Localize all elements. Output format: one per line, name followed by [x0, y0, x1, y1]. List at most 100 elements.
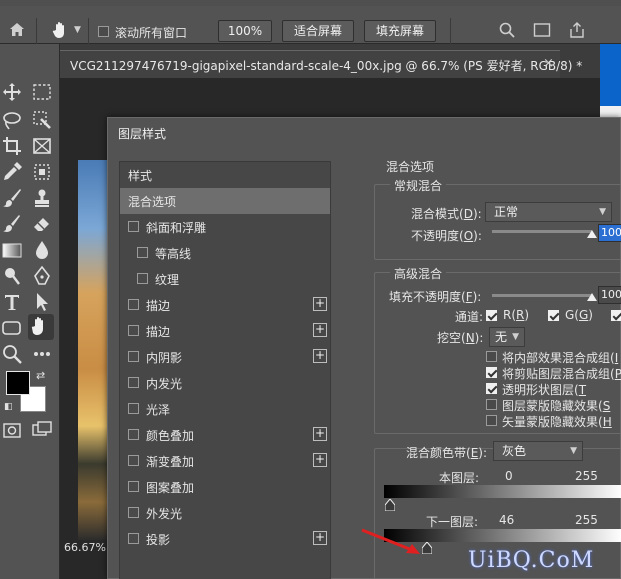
blend-if-select[interactable]: 灰色 ▼ [493, 441, 583, 461]
shape-icon[interactable] [0, 316, 24, 340]
style-list-item[interactable]: 外发光 [120, 500, 330, 526]
advanced-option-checkbox[interactable] [486, 383, 497, 394]
opacity-value-input[interactable]: 100 [598, 224, 621, 242]
fill-screen-button[interactable]: 填充屏幕 [364, 20, 436, 42]
search-icon[interactable] [498, 21, 516, 42]
more-icon[interactable] [30, 342, 54, 366]
advanced-option-checkbox[interactable] [486, 415, 497, 426]
lasso-icon[interactable] [0, 108, 24, 132]
style-checkbox[interactable] [128, 377, 139, 388]
style-list-item[interactable]: 等高线 [120, 240, 330, 266]
style-checkbox[interactable] [128, 221, 139, 232]
style-checkbox[interactable] [128, 325, 139, 336]
style-list-item[interactable]: 描边 + [120, 318, 330, 344]
fit-screen-button[interactable]: 适合屏幕 [282, 20, 354, 42]
add-effect-button[interactable]: + [313, 453, 327, 467]
fill-opacity-slider-thumb[interactable] [587, 293, 597, 301]
style-list-item[interactable]: 投影 + [120, 526, 330, 552]
style-checkbox[interactable] [128, 507, 139, 518]
eyedropper-icon[interactable] [0, 160, 24, 184]
advanced-option-checkbox[interactable] [486, 351, 497, 362]
style-list-item[interactable]: 纹理 [120, 266, 330, 292]
advanced-option-checkbox[interactable] [486, 399, 497, 410]
this-layer-low-thumb[interactable] [385, 499, 395, 511]
style-checkbox[interactable] [128, 455, 139, 466]
chevron-down-icon[interactable]: ▼ [74, 25, 81, 35]
quick-mask-icon[interactable] [0, 418, 24, 442]
dodge-icon[interactable] [0, 264, 24, 288]
default-colors-icon[interactable]: ◧ [4, 402, 13, 412]
style-list-item[interactable]: 渐变叠加 + [120, 448, 330, 474]
knockout-select[interactable]: 无 ▼ [489, 327, 525, 347]
share-icon[interactable] [568, 21, 586, 42]
style-list-item[interactable]: 斜面和浮雕 [120, 214, 330, 240]
style-list-item-label: 内发光 [146, 377, 183, 391]
blend-mode-select[interactable]: 正常 ▼ [485, 202, 612, 222]
advanced-blending-title: 高级混合 [390, 265, 447, 282]
style-list-item[interactable]: 内发光 [120, 370, 330, 396]
close-icon[interactable]: × [543, 56, 554, 71]
zoom-icon[interactable] [0, 342, 24, 366]
screen-mode-icon[interactable] [30, 418, 54, 442]
fill-opacity-slider[interactable] [492, 294, 592, 297]
advanced-option-checkbox[interactable] [486, 367, 497, 378]
fill-opacity-value-input[interactable]: 100 [598, 286, 621, 304]
crop-icon[interactable] [0, 134, 24, 158]
style-list-item[interactable]: 描边 + [120, 292, 330, 318]
style-list-item[interactable]: 样式 [120, 162, 330, 188]
style-checkbox[interactable] [128, 299, 139, 310]
add-effect-button[interactable]: + [313, 531, 327, 545]
style-list-item[interactable]: 光泽 [120, 396, 330, 422]
scroll-all-label: 滚动所有窗口 [115, 26, 188, 40]
home-icon[interactable] [8, 21, 26, 42]
blend-if-label: 混合颜色带(E): [406, 446, 488, 460]
zoom-100-button[interactable]: 100% [218, 20, 272, 42]
eraser-icon[interactable] [30, 212, 54, 236]
gradient-icon[interactable] [0, 238, 24, 262]
quick-select-icon[interactable] [30, 108, 54, 132]
frame-icon[interactable] [30, 134, 54, 158]
rectangle-icon[interactable] [533, 22, 551, 41]
scroll-all-checkbox[interactable] [98, 26, 109, 37]
opacity-slider-thumb[interactable] [587, 230, 597, 238]
style-checkbox[interactable] [128, 351, 139, 362]
foreground-color-swatch[interactable] [6, 371, 30, 395]
move-icon[interactable] [0, 80, 24, 104]
channel-b-checkbox[interactable] [611, 310, 621, 321]
pen-icon[interactable] [30, 264, 54, 288]
type-icon[interactable] [0, 290, 24, 314]
add-effect-button[interactable]: + [313, 427, 327, 441]
add-effect-button[interactable]: + [313, 349, 327, 363]
style-checkbox[interactable] [128, 403, 139, 414]
hand-tool-icon[interactable] [28, 314, 54, 340]
stamp-icon[interactable] [30, 186, 54, 210]
style-list-item[interactable]: 混合选项 [120, 188, 330, 214]
style-list-item[interactable]: 图案叠加 [120, 474, 330, 500]
style-checkbox[interactable] [137, 247, 148, 258]
healing-icon[interactable] [30, 160, 54, 184]
add-effect-button[interactable]: + [313, 323, 327, 337]
dialog-title: 图层样式 [118, 127, 167, 141]
channel-r-checkbox[interactable] [486, 310, 497, 321]
marquee-icon[interactable] [30, 80, 54, 104]
blend-if-value: 灰色 [502, 444, 527, 458]
channel-g-checkbox[interactable] [548, 310, 559, 321]
brush-icon[interactable] [0, 186, 24, 210]
opacity-slider[interactable] [492, 230, 592, 233]
document-tab[interactable]: VCG211297476719-gigapixel-standard-scale… [60, 50, 582, 78]
style-list-item[interactable]: 颜色叠加 + [120, 422, 330, 448]
style-checkbox[interactable] [128, 533, 139, 544]
add-effect-button[interactable]: + [313, 297, 327, 311]
style-checkbox[interactable] [137, 273, 148, 284]
history-brush-icon[interactable] [0, 212, 24, 236]
style-checkbox[interactable] [128, 481, 139, 492]
style-list-item[interactable]: 内阴影 + [120, 344, 330, 370]
blur-icon[interactable] [30, 238, 54, 262]
swap-colors-icon[interactable]: ⇄ [36, 369, 45, 382]
style-list-item-label: 样式 [128, 169, 153, 183]
blend-mode-value: 正常 [494, 205, 519, 219]
path-select-icon[interactable] [30, 290, 54, 314]
hand-icon[interactable] [50, 20, 70, 43]
style-checkbox[interactable] [128, 429, 139, 440]
style-list-item-label: 外发光 [146, 507, 183, 521]
